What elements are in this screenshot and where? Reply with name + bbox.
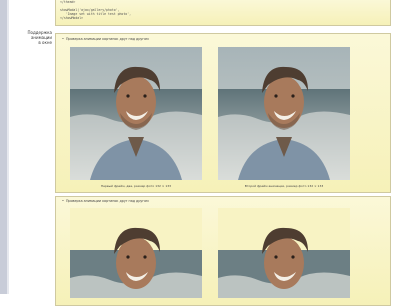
section-label: Поддержка анимации в окне <box>12 30 52 45</box>
code-line: </showModal> <box>60 16 84 20</box>
code-line: </thead> <box>60 0 76 4</box>
panel-note: Проверка анимации картинок друг над друг… <box>62 199 149 203</box>
panel-note: Проверка анимации картинок друг над друг… <box>62 37 149 41</box>
portrait-photo-icon[interactable] <box>70 208 202 298</box>
portrait-photo-icon[interactable] <box>218 47 350 180</box>
photo-caption: Первый фрейм, два, размер фото 132 × 133 <box>100 184 172 188</box>
photo-caption: Второй фрейм анимации, размер фото 132 ×… <box>244 184 324 188</box>
portrait-photo-graphic <box>218 47 350 180</box>
portrait-photo-graphic <box>218 208 350 298</box>
section-label-line: в окне <box>38 40 52 45</box>
portrait-photo-icon[interactable] <box>218 208 350 298</box>
left-rail <box>0 0 7 294</box>
portrait-photo-graphic <box>70 47 202 180</box>
section-label-line: Поддержка анимации <box>27 30 52 40</box>
left-rail-border <box>7 0 9 294</box>
portrait-photo-graphic <box>70 208 202 298</box>
portrait-photo-icon[interactable] <box>70 47 202 180</box>
